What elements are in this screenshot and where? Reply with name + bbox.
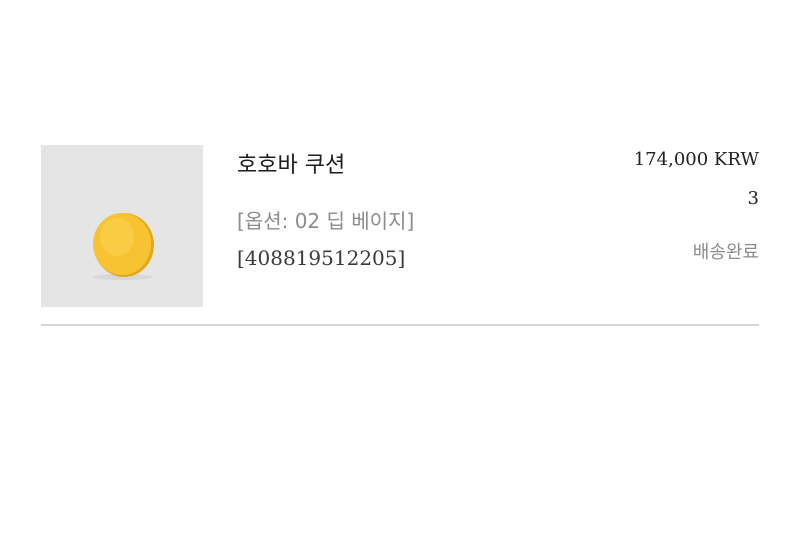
delivery-status: 배송완료 [692, 242, 759, 263]
quantity: 3 [747, 188, 759, 209]
price: 174,000 KRW [633, 149, 759, 170]
product-thumbnail[interactable] [41, 145, 203, 307]
product-name-link[interactable]: 호호바 쿠션 [237, 147, 345, 179]
order-item: 호호바 쿠션 [옵션: 02 딥 베이지] [408819512205] 174… [41, 145, 759, 307]
product-option: [옵션: 02 딥 베이지] [237, 209, 415, 233]
divider [41, 324, 759, 326]
product-code: [408819512205] [237, 246, 406, 270]
product-image [41, 145, 203, 307]
